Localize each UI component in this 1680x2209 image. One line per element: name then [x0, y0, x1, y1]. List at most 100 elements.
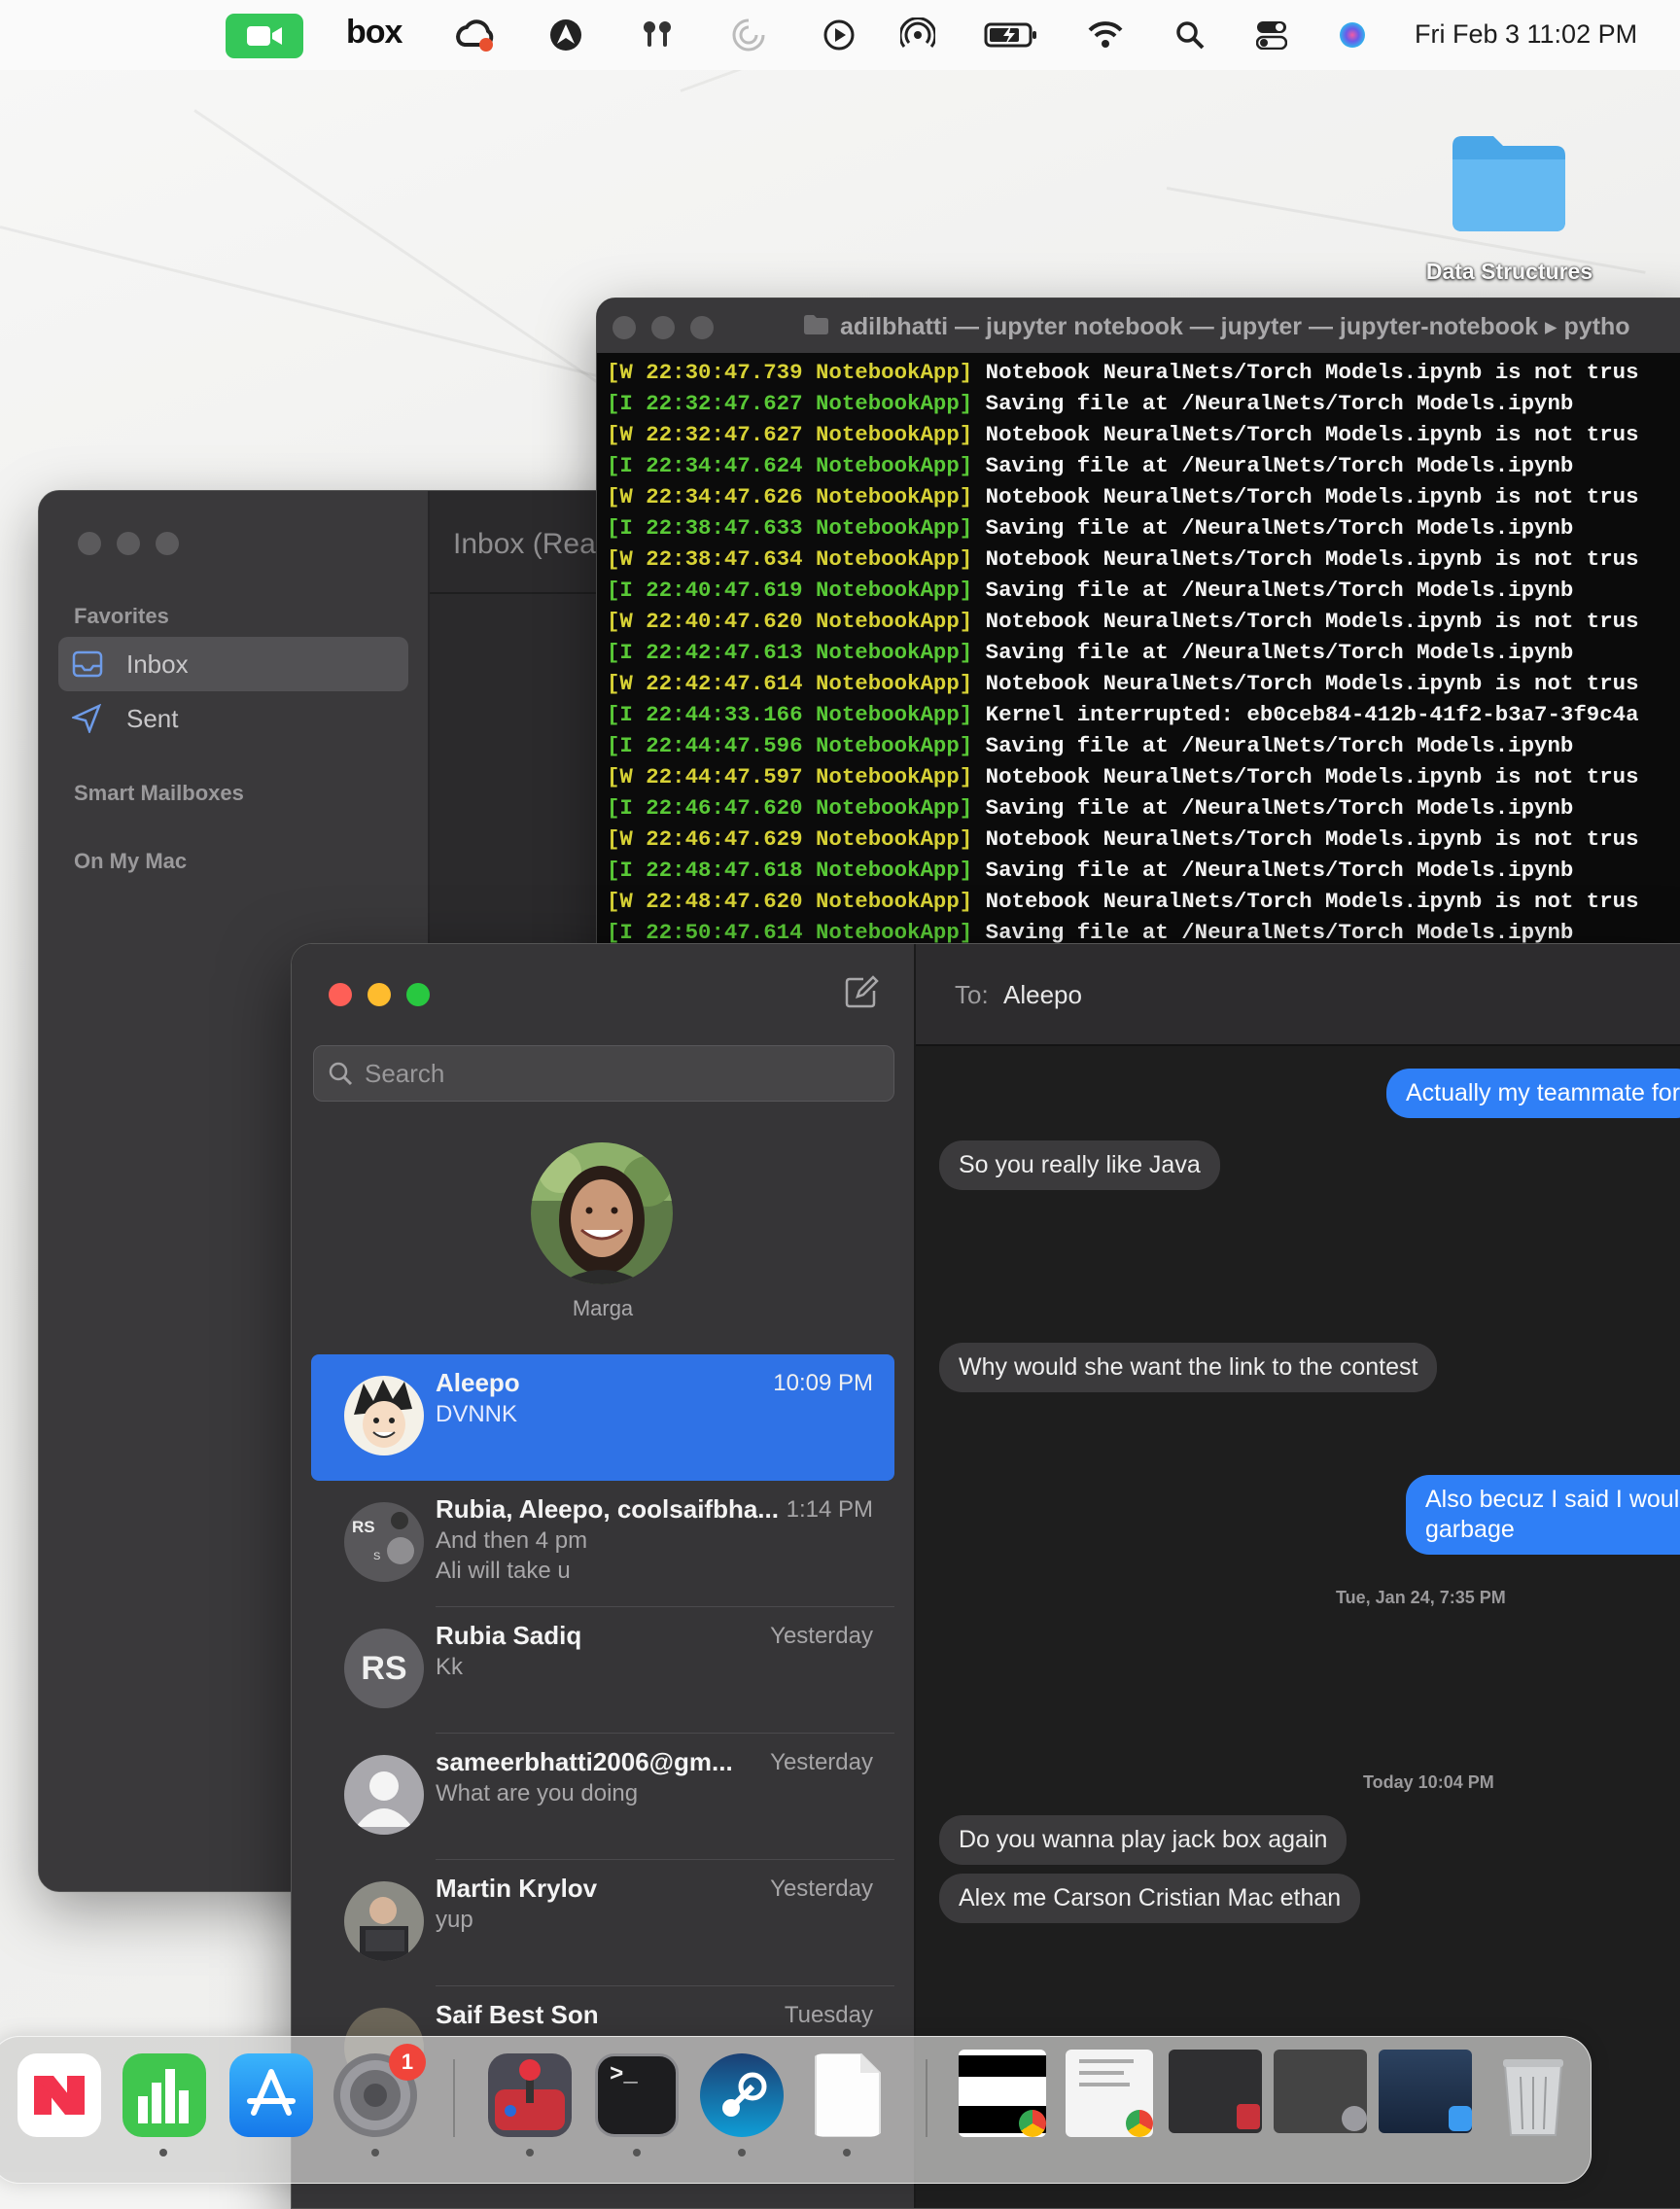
conversation-time: Yesterday: [770, 1749, 873, 1775]
airvpn-icon[interactable]: [546, 18, 585, 53]
loading-icon[interactable]: [729, 18, 768, 53]
close-button[interactable]: [612, 316, 636, 339]
conversation-item[interactable]: RS S Rubia, Aleepo, coolsaifbha... 1:14 …: [311, 1481, 894, 1607]
terminal-line: [I 22:40:47.619 NotebookApp] Saving file…: [607, 575, 1639, 606]
siri-icon[interactable]: [1336, 18, 1369, 53]
conversation-name: Martin Krylov: [436, 1874, 598, 1903]
cartoon-avatar: [344, 1376, 424, 1455]
settings-window-thumbnail[interactable]: [1274, 2050, 1367, 2133]
minimize-button[interactable]: [368, 983, 391, 1006]
terminal-prompt: >_: [610, 2062, 638, 2088]
play-icon[interactable]: [820, 18, 858, 53]
numbers-icon[interactable]: [122, 2053, 206, 2137]
airdrop-icon[interactable]: [898, 18, 937, 53]
running-indicator: [843, 2149, 851, 2156]
photo-avatar: [344, 1881, 424, 1961]
trash-icon[interactable]: [1491, 2053, 1575, 2137]
terminal-line: [W 22:44:47.597 NotebookApp] Notebook Ne…: [607, 761, 1639, 792]
menu-bar: box Fri Feb 3 11:02 PM: [0, 0, 1680, 70]
steam-icon[interactable]: [700, 2053, 784, 2137]
app-store-icon[interactable]: [229, 2053, 313, 2137]
log-prefix: [W 22:42:47.614 NotebookApp]: [607, 671, 973, 696]
sidebar-item-inbox[interactable]: Inbox: [58, 637, 408, 691]
facetime-icon[interactable]: [226, 14, 303, 58]
minimize-button[interactable]: [117, 532, 140, 555]
conversation-item[interactable]: sameerbhatti2006@gm... Yesterday What ar…: [311, 1734, 894, 1860]
conversation-preview: What are you doing: [436, 1780, 639, 1806]
terminal-line: [I 22:42:47.613 NotebookApp] Saving file…: [607, 637, 1639, 668]
conversation-item[interactable]: Aleepo 10:09 PM DVNNK: [311, 1354, 894, 1481]
sidebar-item-label: Sent: [126, 703, 179, 733]
wifi-icon[interactable]: [1086, 18, 1125, 53]
message-bubble[interactable]: Actually my teammate for: [1386, 1069, 1680, 1118]
section-on-my-mac[interactable]: On My Mac: [74, 849, 187, 874]
log-message: Notebook NeuralNets/Torch Models.ipynb i…: [972, 671, 1639, 696]
zoom-button[interactable]: [156, 532, 179, 555]
terminal-line: [W 22:46:47.629 NotebookApp] Notebook Ne…: [607, 824, 1639, 855]
search-icon[interactable]: [1172, 18, 1208, 53]
mail-window-controls: [78, 532, 179, 555]
messages-window[interactable]: Marga Aleepo 10:09 PM DVNNK RS S Rubia, …: [291, 943, 1680, 2209]
terminal-line: [W 22:38:47.634 NotebookApp] Notebook Ne…: [607, 543, 1639, 575]
conversation-preview: DVNNK: [436, 1401, 518, 1427]
menu-clock[interactable]: Fri Feb 3 11:02 PM: [1415, 19, 1637, 50]
inbox-icon: [72, 650, 111, 678]
maps-window-thumbnail[interactable]: [1379, 2050, 1472, 2133]
zoom-button[interactable]: [690, 316, 714, 339]
log-message: Notebook NeuralNets/Torch Models.ipynb i…: [972, 360, 1639, 385]
joystick-app-icon: [1237, 2104, 1260, 2129]
compose-icon[interactable]: [844, 975, 879, 1015]
search-input[interactable]: [363, 1057, 893, 1090]
terminal-icon[interactable]: >_: [595, 2053, 679, 2137]
pinned-avatar[interactable]: [531, 1142, 673, 1284]
group-avatar: RS S: [344, 1502, 424, 1582]
folder-label[interactable]: Data Structures: [1400, 259, 1619, 285]
chrome-window-thumbnail[interactable]: [959, 2050, 1046, 2137]
log-message: Notebook NeuralNets/Torch Models.ipynb i…: [972, 422, 1639, 447]
terminal-window[interactable]: adilbhatti — jupyter notebook — jupyter …: [596, 298, 1680, 964]
close-button[interactable]: [329, 983, 352, 1006]
chrome-document-thumbnail[interactable]: [1066, 2050, 1153, 2137]
messages-sidebar: Marga Aleepo 10:09 PM DVNNK RS S Rubia, …: [292, 944, 916, 2208]
log-prefix: [W 22:32:47.627 NotebookApp]: [607, 422, 973, 447]
conversation-item[interactable]: RS Rubia Sadiq Yesterday Kk: [311, 1607, 894, 1734]
document-icon[interactable]: [805, 2053, 889, 2137]
news-icon[interactable]: [18, 2053, 101, 2137]
person-icon: [387, 1537, 414, 1564]
message-bubble[interactable]: Why would she want the link to the conte…: [939, 1343, 1438, 1392]
section-smart-mailboxes[interactable]: Smart Mailboxes: [74, 781, 244, 806]
minimize-button[interactable]: [651, 316, 675, 339]
folder-icon[interactable]: [1449, 132, 1569, 233]
box-icon[interactable]: box: [346, 14, 402, 52]
terminal-output[interactable]: [W 22:30:47.739 NotebookApp] Notebook Ne…: [607, 357, 1639, 948]
creative-cloud-icon[interactable]: [453, 18, 496, 53]
battery-icon[interactable]: [982, 18, 1040, 53]
log-prefix: [W 22:40:47.620 NotebookApp]: [607, 609, 973, 634]
chrome-icon: [1019, 2110, 1046, 2137]
recipient-name[interactable]: Aleepo: [1003, 980, 1082, 1010]
log-message: Kernel interrupted: eb0ceb84-412b-41f2-b…: [972, 702, 1639, 727]
message-bubble[interactable]: Also becuz I said I woul garbage: [1406, 1475, 1680, 1555]
zoom-button[interactable]: [406, 983, 430, 1006]
person-avatar: [344, 1755, 424, 1835]
message-bubble[interactable]: So you really like Java: [939, 1140, 1220, 1190]
control-center-icon[interactable]: [1254, 18, 1289, 53]
log-message: Saving file at /NeuralNets/Torch Models.…: [972, 795, 1574, 821]
joystick-app-icon[interactable]: [488, 2053, 572, 2137]
sidebar-item-sent[interactable]: Sent: [58, 691, 408, 746]
search-icon: [328, 1061, 353, 1086]
log-message: Notebook NeuralNets/Torch Models.ipynb i…: [972, 826, 1639, 852]
avatar-dot: [391, 1512, 408, 1529]
dark-window-thumbnail[interactable]: [1169, 2050, 1262, 2133]
message-bubble[interactable]: Alex me Carson Cristian Mac ethan: [939, 1874, 1361, 1923]
close-button[interactable]: [78, 532, 101, 555]
log-message: Notebook NeuralNets/Torch Models.ipynb i…: [972, 764, 1639, 789]
message-bubble[interactable]: Do you wanna play jack box again: [939, 1815, 1348, 1865]
terminal-line: [W 22:40:47.620 NotebookApp] Notebook Ne…: [607, 606, 1639, 637]
airpods-icon[interactable]: [638, 18, 677, 53]
pinned-name[interactable]: Marga: [486, 1296, 719, 1321]
folder-icon: [803, 314, 828, 340]
conversation-item[interactable]: Martin Krylov Yesterday yup: [311, 1860, 894, 1986]
section-favorites: Favorites: [74, 604, 169, 628]
search-field[interactable]: [313, 1045, 894, 1102]
